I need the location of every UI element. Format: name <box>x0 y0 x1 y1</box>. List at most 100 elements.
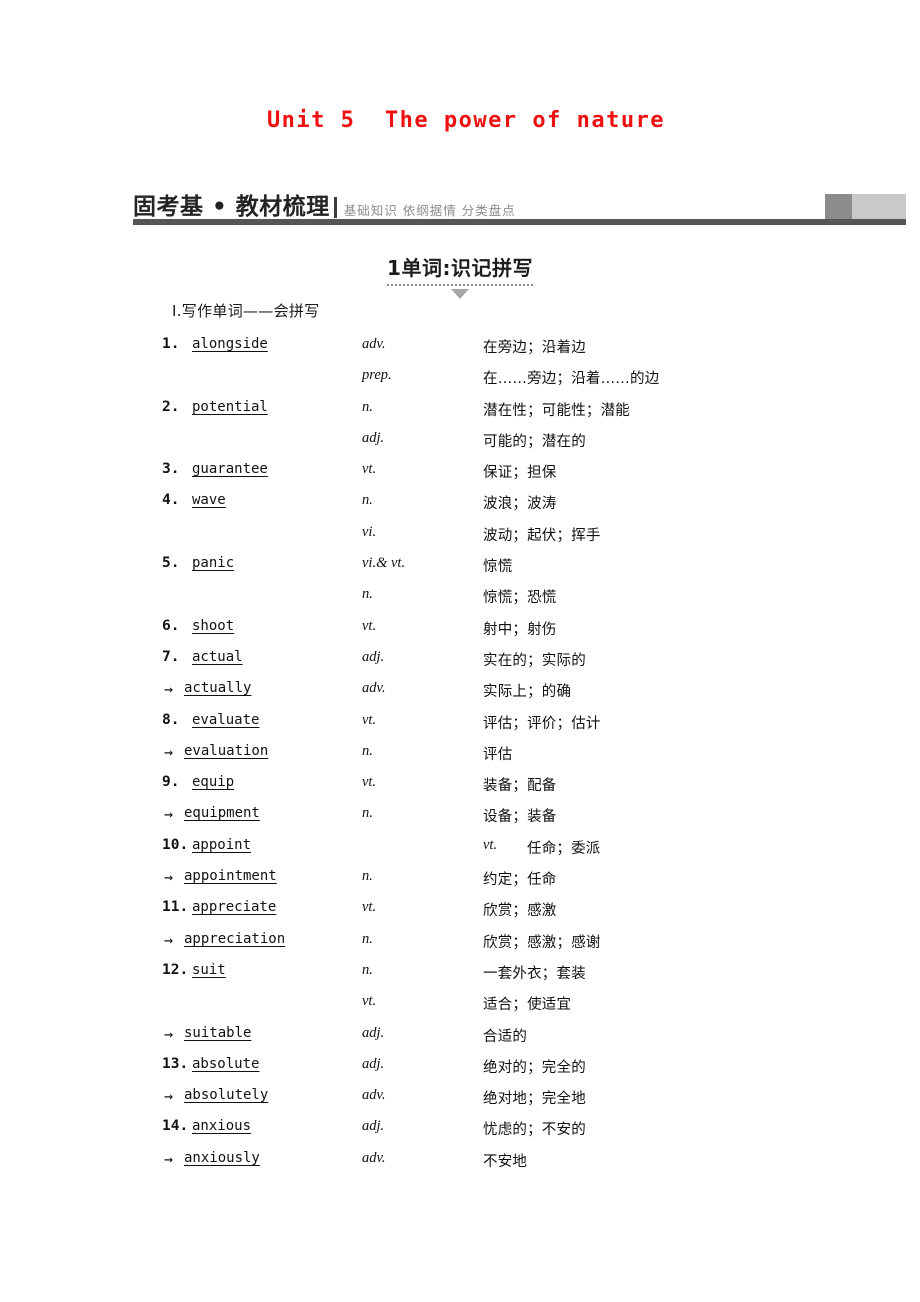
section-header-row: 固考基 • 教材梳理 基础知识 依纲据情 分类盘点 <box>133 183 906 221</box>
vocab-part-of-speech: n. <box>362 961 373 978</box>
vocab-word: alongside <box>192 336 268 352</box>
vocab-part-of-speech: n. <box>362 398 373 415</box>
vocab-part-of-speech: n. <box>362 868 373 885</box>
vocab-part-of-speech: adv. <box>362 1149 386 1166</box>
vocab-row: 6. shoot vt. 射中；射伤 <box>0 618 920 649</box>
vocab-meaning: 惊慌 <box>483 559 513 576</box>
header-rule <box>133 219 906 225</box>
vocab-part-of-speech: adj. <box>362 648 385 665</box>
vocab-meaning: 实际上；的确 <box>483 684 572 701</box>
vocab-index: 11. <box>162 899 189 916</box>
vocab-meaning: 在……旁边；沿着……的边 <box>483 371 660 388</box>
vocab-meaning: 评估 <box>483 746 513 763</box>
vocab-row: n. 惊慌；恐慌 <box>0 586 920 617</box>
vocab-index: 3. <box>162 461 180 478</box>
vocab-row: → equipment n. 设备；装备 <box>0 805 920 836</box>
vocab-row: 9. equip vt. 装备；配备 <box>0 774 920 805</box>
section-header: 固考基 • 教材梳理 基础知识 依纲据情 分类盘点 <box>133 183 906 225</box>
vocab-row: → absolutely adv. 绝对地；完全地 <box>0 1087 920 1118</box>
vocab-word: shoot <box>192 617 235 634</box>
vocab-word: equip <box>192 774 235 791</box>
vocab-row: 12. suit n. 一套外衣；套装 <box>0 962 920 993</box>
vocab-word: panic <box>192 555 235 572</box>
vocab-index: 4. <box>162 492 180 509</box>
vocab-row: prep. 在……旁边；沿着……的边 <box>0 367 920 398</box>
vocab-meaning: 约定；任命 <box>483 872 557 889</box>
vocab-row: 11. appreciate vt. 欣赏；感激 <box>0 899 920 930</box>
subsection-title: 1单词:识记拼写 <box>387 252 533 286</box>
vocab-meaning: 射中；射伤 <box>483 621 557 638</box>
triangle-down-icon <box>451 289 469 299</box>
vocab-row: → evaluation n. 评估 <box>0 743 920 774</box>
vocab-index: 13. <box>162 1055 189 1072</box>
vocab-part-of-speech: adj. <box>362 1118 385 1135</box>
vocab-row: → appreciation n. 欣赏；感激；感谢 <box>0 931 920 962</box>
vocab-meaning: 欣赏；感激；感谢 <box>483 934 601 951</box>
vocab-meaning: 可能的；潜在的 <box>483 433 586 450</box>
vocab-word: appreciation <box>184 930 286 947</box>
vocab-part-of-speech: n. <box>362 492 373 509</box>
vocab-meaning: 不安地 <box>483 1153 528 1170</box>
vocab-word: anxiously <box>184 1149 260 1166</box>
vocab-meaning: 欣赏；感激 <box>483 903 557 920</box>
vocab-index: 6. <box>162 617 180 634</box>
vocab-index: 9. <box>162 774 180 791</box>
vocab-index: 12. <box>162 961 189 978</box>
header-block-dark <box>825 194 852 222</box>
vocab-meaning: 惊慌；恐慌 <box>483 590 557 607</box>
vocab-part-of-speech: adv. <box>362 336 386 352</box>
vocab-row: 10. appoint vt. 任命；委派 <box>0 837 920 868</box>
vocab-word: actually <box>184 680 252 697</box>
vocab-row: 8. evaluate vt. 评估；评价；估计 <box>0 712 920 743</box>
vocab-word: evaluation <box>184 742 269 759</box>
vocab-part-of-speech: n. <box>362 742 373 759</box>
vocab-part-of-speech: vt. <box>362 617 377 634</box>
vocab-row: → anxiously adv. 不安地 <box>0 1150 920 1181</box>
vocab-meaning: 波浪；波涛 <box>483 496 557 513</box>
vocab-part-of-speech: n. <box>362 586 373 603</box>
vocab-index: 10. <box>162 836 189 853</box>
vocab-word: appreciate <box>192 899 277 916</box>
section-title: 固考基 • 教材梳理 <box>133 194 330 220</box>
vocab-meaning: 潜在性；可能性；潜能 <box>483 402 630 419</box>
header-decoration-block <box>825 194 906 222</box>
vocab-index: 8. <box>162 711 180 728</box>
vocab-word: absolutely <box>184 1087 269 1104</box>
vocab-part-of-speech: adv. <box>362 680 386 697</box>
vocab-meaning: 绝对的；完全的 <box>483 1059 586 1076</box>
vocab-part-of-speech: n. <box>362 805 373 822</box>
vocab-index: 14. <box>162 1118 189 1135</box>
vocab-word: anxious <box>192 1118 252 1135</box>
vocab-word: suit <box>192 961 226 978</box>
vocab-part-of-speech: n. <box>362 930 373 947</box>
vocab-meaning: 评估；评价；估计 <box>483 715 601 732</box>
vocab-row: 4. wave n. 波浪；波涛 <box>0 492 920 523</box>
vocab-part-of-speech: prep. <box>362 367 392 384</box>
vocab-part-of-speech: vt. <box>362 461 377 478</box>
vocab-part-of-speech: adj. <box>362 1055 385 1072</box>
vocab-row: 2. potential n. 潜在性；可能性；潜能 <box>0 399 920 430</box>
vocab-word: suitable <box>184 1024 252 1041</box>
vocab-part-of-speech: vt. <box>362 774 377 791</box>
vocab-word: potential <box>192 398 268 415</box>
header-block-light <box>852 194 906 222</box>
vocab-meaning: 装备；配备 <box>483 778 557 795</box>
vocab-meaning: 一套外衣；套装 <box>483 965 586 982</box>
vocabulary-list: 1. alongside adv. 在旁边；沿着边 prep. 在……旁边；沿着……的边 2… <box>0 336 920 1181</box>
vocab-row: 3. guarantee vt. 保证；担保 <box>0 461 920 492</box>
vocab-index: 1. <box>162 336 180 352</box>
vocab-word: appointment <box>184 868 277 885</box>
vocab-word: appoint <box>192 836 252 853</box>
vocab-row: vt. 适合；使适宜 <box>0 993 920 1024</box>
vocab-part-of-speech: adj. <box>362 429 385 446</box>
vocab-index: 2. <box>162 398 180 415</box>
vocab-meaning: 保证；担保 <box>483 465 557 482</box>
vocab-meaning: 合适的 <box>483 1028 528 1045</box>
vocab-row: 5. panic vi.& vt. 惊慌 <box>0 555 920 586</box>
vocab-row: → actually adv. 实际上；的确 <box>0 680 920 711</box>
vocab-meaning: 忧虑的；不安的 <box>483 1122 586 1139</box>
vocab-meaning: 任命；委派 <box>527 840 601 857</box>
list-heading: Ⅰ.写作单词——会拼写 <box>172 302 320 320</box>
vocab-meaning: 实在的；实际的 <box>483 652 586 669</box>
vocab-part-of-speech: vi. <box>362 523 377 540</box>
